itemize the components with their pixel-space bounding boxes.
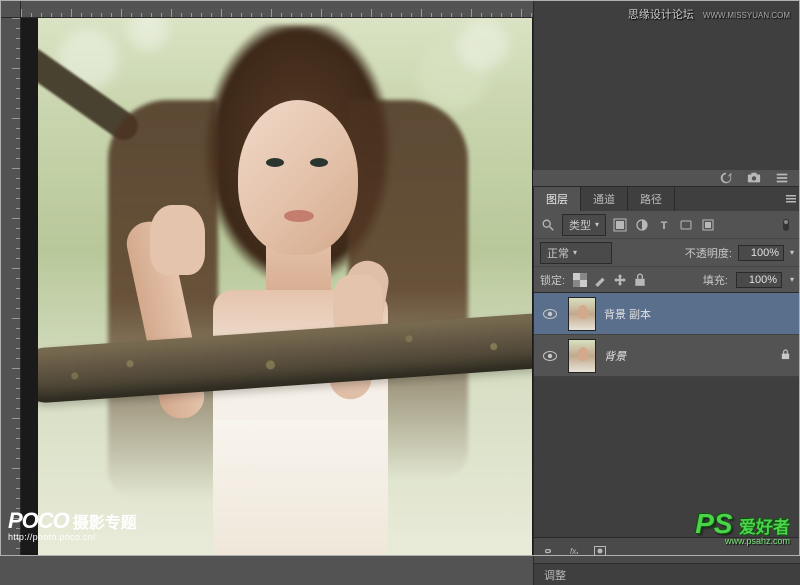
layer-mask-icon[interactable] [592, 543, 608, 559]
layer-name[interactable]: 背景 [604, 348, 772, 364]
layer-thumbnail[interactable] [568, 339, 596, 373]
panel-menu-icon[interactable] [782, 187, 800, 211]
filter-type-select[interactable]: 类型 ▾ [562, 214, 606, 236]
filter-smartobject-icon[interactable] [700, 217, 716, 233]
svg-text:T: T [661, 220, 668, 232]
canvas-area: POCO 摄影专题 http://photo.poco.cn/ [0, 0, 533, 556]
ruler-corner[interactable] [0, 0, 21, 18]
missyuan-text: 思缘设计论坛 [628, 9, 694, 21]
missyuan-watermark: 思缘设计论坛 WWW.MISSYUAN.COM [628, 6, 790, 22]
fill-label: 填充: [703, 272, 728, 288]
poco-url: http://photo.poco.cn/ [8, 532, 137, 542]
fill-input[interactable]: 100% [736, 272, 782, 288]
lock-transparency-icon[interactable] [573, 273, 587, 287]
adjustments-label: 调整 [544, 567, 566, 583]
layers-list: 背景 副本 背景 [534, 293, 800, 537]
missyuan-url: WWW.MISSYUAN.COM [703, 11, 790, 20]
document-image[interactable] [38, 0, 532, 556]
ruler-vertical[interactable] [0, 18, 21, 556]
lock-fill-row: 锁定: 填充: 100% ▾ [534, 267, 800, 293]
filter-type-text-icon[interactable]: T [656, 217, 672, 233]
panel-icon-bar [533, 170, 800, 187]
poco-brand: POCO [8, 508, 69, 534]
lock-pixels-icon[interactable] [593, 273, 607, 287]
panel-tabs: 图层 通道 路径 [534, 187, 800, 211]
filter-pixel-icon[interactable] [612, 217, 628, 233]
chevron-down-icon[interactable]: ▾ [790, 275, 794, 284]
svg-text:fx: fx [570, 547, 577, 556]
layer-thumbnail[interactable] [568, 297, 596, 331]
link-layers-icon[interactable] [540, 543, 556, 559]
opacity-label: 不透明度: [685, 245, 732, 261]
filter-shape-icon[interactable] [678, 217, 694, 233]
search-icon [540, 217, 556, 233]
tab-channels[interactable]: 通道 [581, 187, 628, 211]
opacity-input[interactable]: 100% [738, 245, 784, 261]
tab-layers[interactable]: 图层 [534, 187, 581, 211]
flyout-menu-icon[interactable] [774, 170, 790, 186]
layer-row[interactable]: 背景 [534, 335, 800, 377]
lock-position-icon[interactable] [613, 273, 627, 287]
filter-type-label: 类型 [569, 217, 591, 233]
poco-topic: 摄影专题 [73, 509, 137, 533]
ps-fan: 爱好者 [739, 518, 790, 537]
panels-column: 图层 通道 路径 类型 ▾ T 正常 ▾ [533, 0, 800, 556]
history-icon[interactable] [718, 170, 734, 186]
blend-mode-select[interactable]: 正常 ▾ [540, 242, 612, 264]
layer-style-icon[interactable]: fx [566, 543, 582, 559]
chevron-down-icon: ▾ [573, 248, 577, 257]
lock-icon [780, 349, 794, 363]
lock-label: 锁定: [540, 272, 565, 288]
layer-name[interactable]: 背景 副本 [604, 306, 794, 322]
poco-watermark: POCO 摄影专题 http://photo.poco.cn/ [8, 508, 137, 542]
psahz-watermark: PS 爱好者 www.psahz.com [695, 508, 790, 546]
ruler-horizontal[interactable] [21, 0, 533, 18]
filter-toggle-switch[interactable] [778, 217, 794, 233]
filter-adjustment-icon[interactable] [634, 217, 650, 233]
layer-filter-row: 类型 ▾ T [534, 211, 800, 239]
upper-panel-area [533, 0, 800, 170]
blend-opacity-row: 正常 ▾ 不透明度: 100% ▾ [534, 239, 800, 267]
layer-row[interactable]: 背景 副本 [534, 293, 800, 335]
visibility-toggle[interactable] [540, 351, 560, 361]
chevron-down-icon[interactable]: ▾ [790, 248, 794, 257]
tab-adjustments[interactable]: 调整 [534, 563, 800, 585]
lock-all-icon[interactable] [633, 273, 647, 287]
tab-paths[interactable]: 路径 [628, 187, 675, 211]
chevron-down-icon: ▾ [595, 220, 599, 229]
visibility-toggle[interactable] [540, 309, 560, 319]
camera-icon[interactable] [746, 170, 762, 186]
blend-mode-value: 正常 [547, 245, 569, 261]
